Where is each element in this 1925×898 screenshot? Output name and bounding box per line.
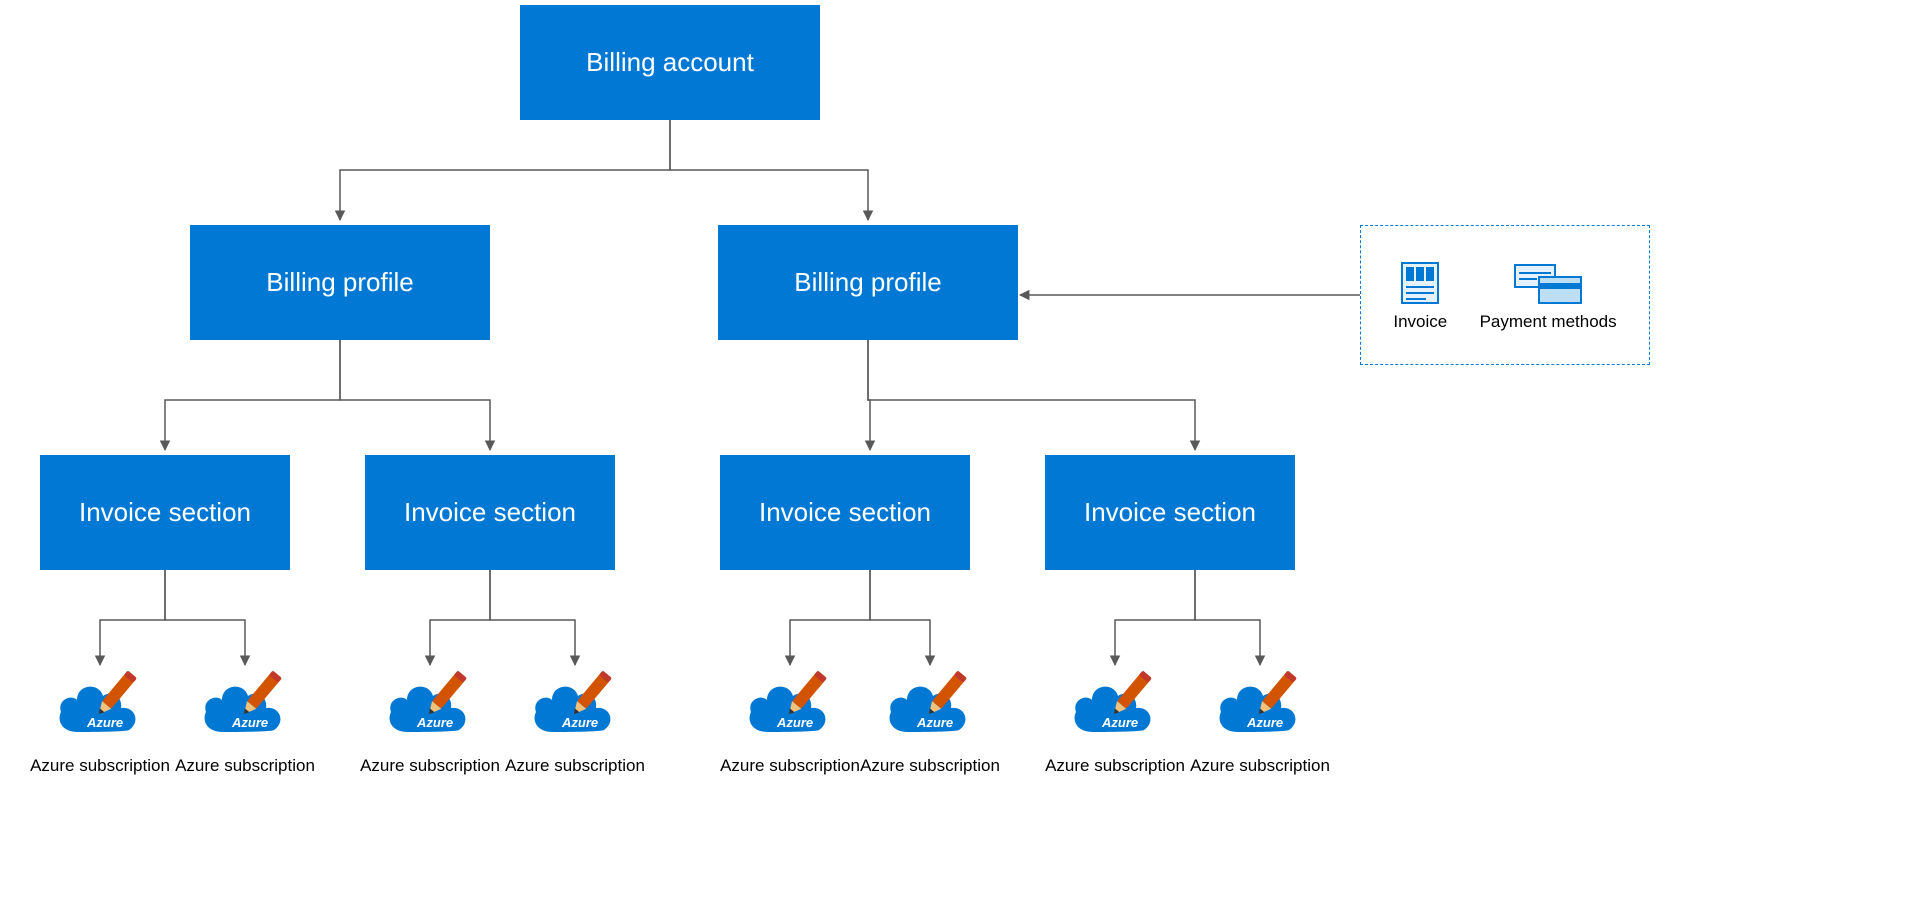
invoice-icon xyxy=(1396,259,1444,307)
azure-subscription: Azure Azure subscription xyxy=(495,670,655,776)
invoice-section-label: Invoice section xyxy=(79,497,251,528)
azure-subscription-label: Azure subscription xyxy=(20,756,180,776)
azure-subscription: Azure Azure subscription xyxy=(710,670,870,776)
azure-subscription-label: Azure subscription xyxy=(495,756,655,776)
azure-subscription-icon: Azure xyxy=(850,670,1010,750)
billing-profile-node: Billing profile xyxy=(718,225,1018,340)
azure-subscription-icon: Azure xyxy=(1035,670,1195,750)
azure-subscription-label: Azure subscription xyxy=(1180,756,1340,776)
invoice-caption: Invoice xyxy=(1393,312,1447,332)
billing-profile-label: Billing profile xyxy=(794,267,941,298)
azure-subscription-icon: Azure xyxy=(710,670,870,750)
svg-text:Azure: Azure xyxy=(416,715,453,730)
payment-methods-caption: Payment methods xyxy=(1480,312,1617,332)
invoice-section-label: Invoice section xyxy=(404,497,576,528)
invoice-section-node: Invoice section xyxy=(365,455,615,570)
billing-profile-label: Billing profile xyxy=(266,267,413,298)
svg-text:Azure: Azure xyxy=(231,715,268,730)
azure-subscription-label: Azure subscription xyxy=(165,756,325,776)
svg-text:Azure: Azure xyxy=(1246,715,1283,730)
invoice-section-node: Invoice section xyxy=(1045,455,1295,570)
svg-text:Azure: Azure xyxy=(86,715,123,730)
azure-subscription-label: Azure subscription xyxy=(850,756,1010,776)
invoice-section-node: Invoice section xyxy=(40,455,290,570)
payment-methods-info: Payment methods xyxy=(1480,259,1617,332)
azure-subscription-icon: Azure xyxy=(1180,670,1340,750)
billing-account-node: Billing account xyxy=(520,5,820,120)
azure-subscription-icon: Azure xyxy=(165,670,325,750)
billing-profile-node: Billing profile xyxy=(190,225,490,340)
svg-text:Azure: Azure xyxy=(916,715,953,730)
azure-subscription-label: Azure subscription xyxy=(710,756,870,776)
azure-subscription: Azure Azure subscription xyxy=(20,670,180,776)
invoice-section-label: Invoice section xyxy=(759,497,931,528)
azure-subscription-icon: Azure xyxy=(350,670,510,750)
azure-subscription-icon: Azure xyxy=(495,670,655,750)
invoice-info: Invoice xyxy=(1393,259,1447,332)
invoice-section-label: Invoice section xyxy=(1084,497,1256,528)
profile-info-box: Invoice Payment methods xyxy=(1360,225,1650,365)
azure-subscription: Azure Azure subscription xyxy=(850,670,1010,776)
azure-subscription: Azure Azure subscription xyxy=(350,670,510,776)
azure-subscription-icon: Azure xyxy=(20,670,180,750)
azure-subscription: Azure Azure subscription xyxy=(1035,670,1195,776)
svg-text:Azure: Azure xyxy=(561,715,598,730)
billing-account-label: Billing account xyxy=(586,47,754,78)
azure-subscription-label: Azure subscription xyxy=(350,756,510,776)
azure-subscription: Azure Azure subscription xyxy=(1180,670,1340,776)
diagram-canvas: Billing account Billing profile Billing … xyxy=(0,0,1925,898)
azure-subscription: Azure Azure subscription xyxy=(165,670,325,776)
svg-text:Azure: Azure xyxy=(776,715,813,730)
azure-subscription-label: Azure subscription xyxy=(1035,756,1195,776)
svg-text:Azure: Azure xyxy=(1101,715,1138,730)
payment-methods-icon xyxy=(1513,259,1583,307)
invoice-section-node: Invoice section xyxy=(720,455,970,570)
